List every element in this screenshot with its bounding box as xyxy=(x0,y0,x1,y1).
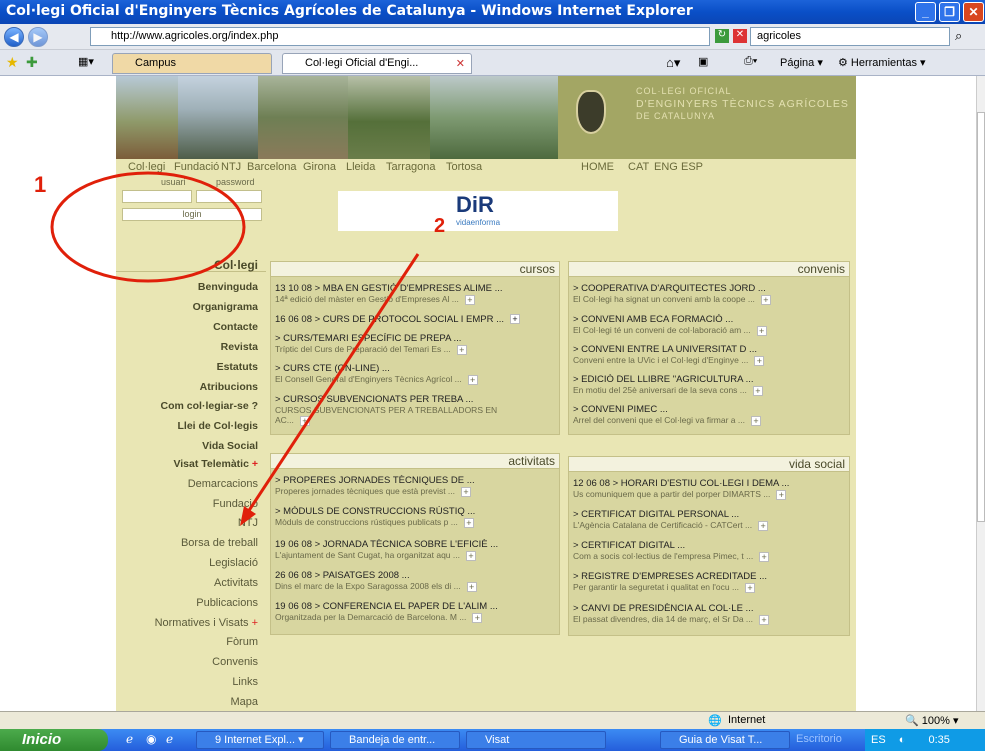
quicklaunch-ie2-icon[interactable]: ℯ xyxy=(166,732,173,746)
page-menu-label: Página xyxy=(780,57,815,69)
task-label: Visat xyxy=(485,734,510,746)
zone-label: Internet xyxy=(728,714,766,726)
annotation-arrowhead xyxy=(240,506,256,526)
favorites-star-icon[interactable]: ★ xyxy=(6,54,19,71)
home-icon[interactable]: ⌂▾ xyxy=(666,55,680,71)
annotation-overlay xyxy=(50,171,420,526)
language-indicator[interactable]: ES xyxy=(871,734,886,746)
status-bar: 🌐 Internet 🔍 100% ▾ xyxy=(0,711,985,729)
tab-toolbar: ★ ✚ ▦▾ Campus Col·legi Oficial d'Engi...… xyxy=(0,50,985,76)
zoom-control[interactable]: 🔍 100% ▾ xyxy=(905,714,958,727)
page-content: COL·LEGI OFICIAL D'ENGINYERS TÈCNICS AGR… xyxy=(0,76,985,711)
address-toolbar: ◀ ▶ http://www.agricoles.org/index.php ↻… xyxy=(0,24,985,50)
annotation-arrow-line xyxy=(246,253,420,513)
tab-label: Campus xyxy=(135,57,176,69)
window-titlebar[interactable]: Col·legi Oficial d'Enginyers Tècnics Agr… xyxy=(0,0,985,24)
desktop-label[interactable]: Escritorio xyxy=(796,733,842,745)
globe-icon: 🌐 xyxy=(708,715,722,727)
page-menu[interactable]: Página ▾ xyxy=(780,56,823,69)
minimize-button[interactable]: _ xyxy=(915,2,936,22)
tab-label: Col·legi Oficial d'Engi... xyxy=(305,57,419,69)
task-ie[interactable]: 9 Internet Expl... ▾ xyxy=(196,731,324,749)
search-input[interactable]: agricoles xyxy=(750,27,950,46)
task-label: 9 Internet Expl... xyxy=(215,734,296,746)
task-visat[interactable]: Visat xyxy=(466,731,606,749)
clock: 0:35 xyxy=(928,734,950,746)
tools-menu[interactable]: ⚙ Herramientas ▾ xyxy=(838,56,926,69)
back-icon[interactable]: ◀ xyxy=(4,27,24,47)
tab-campus[interactable]: Campus xyxy=(112,53,272,74)
vertical-scrollbar[interactable] xyxy=(976,76,985,711)
task-label: Bandeja de entr... xyxy=(349,734,436,746)
task-guia[interactable]: Guia de Visat T... xyxy=(660,731,790,749)
forward-icon[interactable]: ▶ xyxy=(28,27,48,47)
quicklaunch-outlook-icon[interactable]: ◉ xyxy=(146,732,156,746)
quick-tabs-icon[interactable]: ▦▾ xyxy=(78,55,94,68)
tray-icon[interactable]: ◐ xyxy=(899,734,906,746)
maximize-button[interactable]: ❐ xyxy=(939,2,960,22)
url-input[interactable]: http://www.agricoles.org/index.php xyxy=(90,27,710,46)
zoom-level: 100% xyxy=(921,715,950,727)
start-button[interactable]: Inicio xyxy=(0,729,108,751)
feeds-icon[interactable]: ▣ xyxy=(698,55,708,68)
quicklaunch-ie-icon[interactable]: ℯ xyxy=(126,732,133,746)
tools-menu-label: Herramientas xyxy=(850,57,917,69)
task-label: Guia de Visat T... xyxy=(679,734,763,746)
refresh-icon[interactable]: ↻ xyxy=(715,29,729,43)
stop-icon[interactable]: ✕ xyxy=(733,29,747,43)
add-favorites-icon[interactable]: ✚ xyxy=(26,54,38,71)
window-title: Col·legi Oficial d'Enginyers Tècnics Agr… xyxy=(6,3,693,19)
close-tab-icon[interactable]: ✕ xyxy=(456,57,465,70)
system-tray: ES ◐ 0:35 xyxy=(865,729,985,751)
task-outlook[interactable]: Bandeja de entr... xyxy=(330,731,460,749)
print-icon[interactable]: ⎙▾ xyxy=(744,55,757,68)
tab-active[interactable]: Col·legi Oficial d'Engi... ✕ xyxy=(282,53,472,74)
search-icon[interactable]: ⌕ xyxy=(955,28,962,44)
annotation-circle xyxy=(50,171,246,283)
close-button[interactable]: ✕ xyxy=(963,2,984,22)
taskbar: Inicio ℯ ◉ ℯ 9 Internet Expl... ▾ Bandej… xyxy=(0,729,985,751)
start-label: Inicio xyxy=(22,731,62,748)
scrollbar-thumb[interactable] xyxy=(977,112,985,522)
